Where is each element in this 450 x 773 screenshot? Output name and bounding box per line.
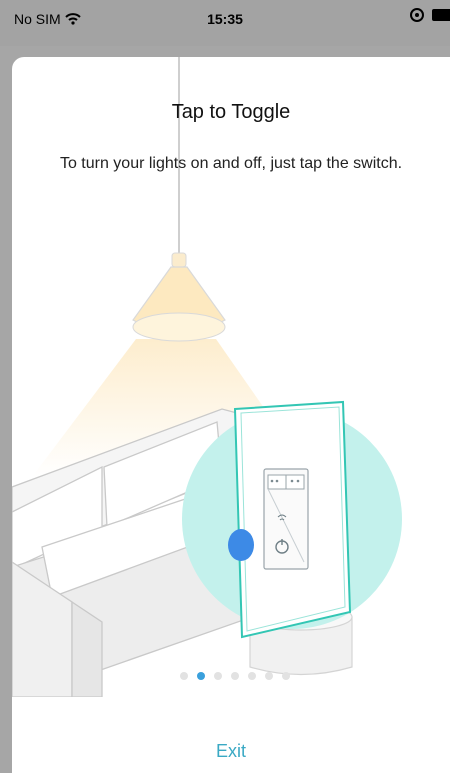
page-dot[interactable]: [231, 672, 239, 680]
status-time: 15:35: [207, 11, 243, 27]
orientation-lock-icon: [410, 8, 424, 22]
lamp-sofa-illustration: [12, 57, 402, 697]
wall-switch-icon: [233, 400, 352, 639]
page-dot[interactable]: [180, 672, 188, 680]
page-title: Tap to Toggle: [171, 101, 291, 123]
exit-button[interactable]: Exit: [12, 741, 450, 762]
page-dot[interactable]: [282, 672, 290, 680]
page-subtitle: To turn your lights on and off, just tap…: [59, 155, 403, 172]
page-dot[interactable]: [248, 672, 256, 680]
battery-icon: [432, 9, 450, 21]
pendant-lamp-icon: [132, 252, 226, 342]
page-dot[interactable]: [265, 672, 273, 680]
status-right: [410, 8, 450, 22]
tutorial-sheet: Tap to Toggle To turn your lights on and…: [12, 57, 450, 773]
status-bar: No SIM 15:35: [0, 0, 450, 46]
touch-indicator-icon: [228, 529, 254, 561]
page-dot-active[interactable]: [197, 672, 205, 680]
page-indicator[interactable]: [180, 672, 290, 680]
page-dot[interactable]: [214, 672, 222, 680]
